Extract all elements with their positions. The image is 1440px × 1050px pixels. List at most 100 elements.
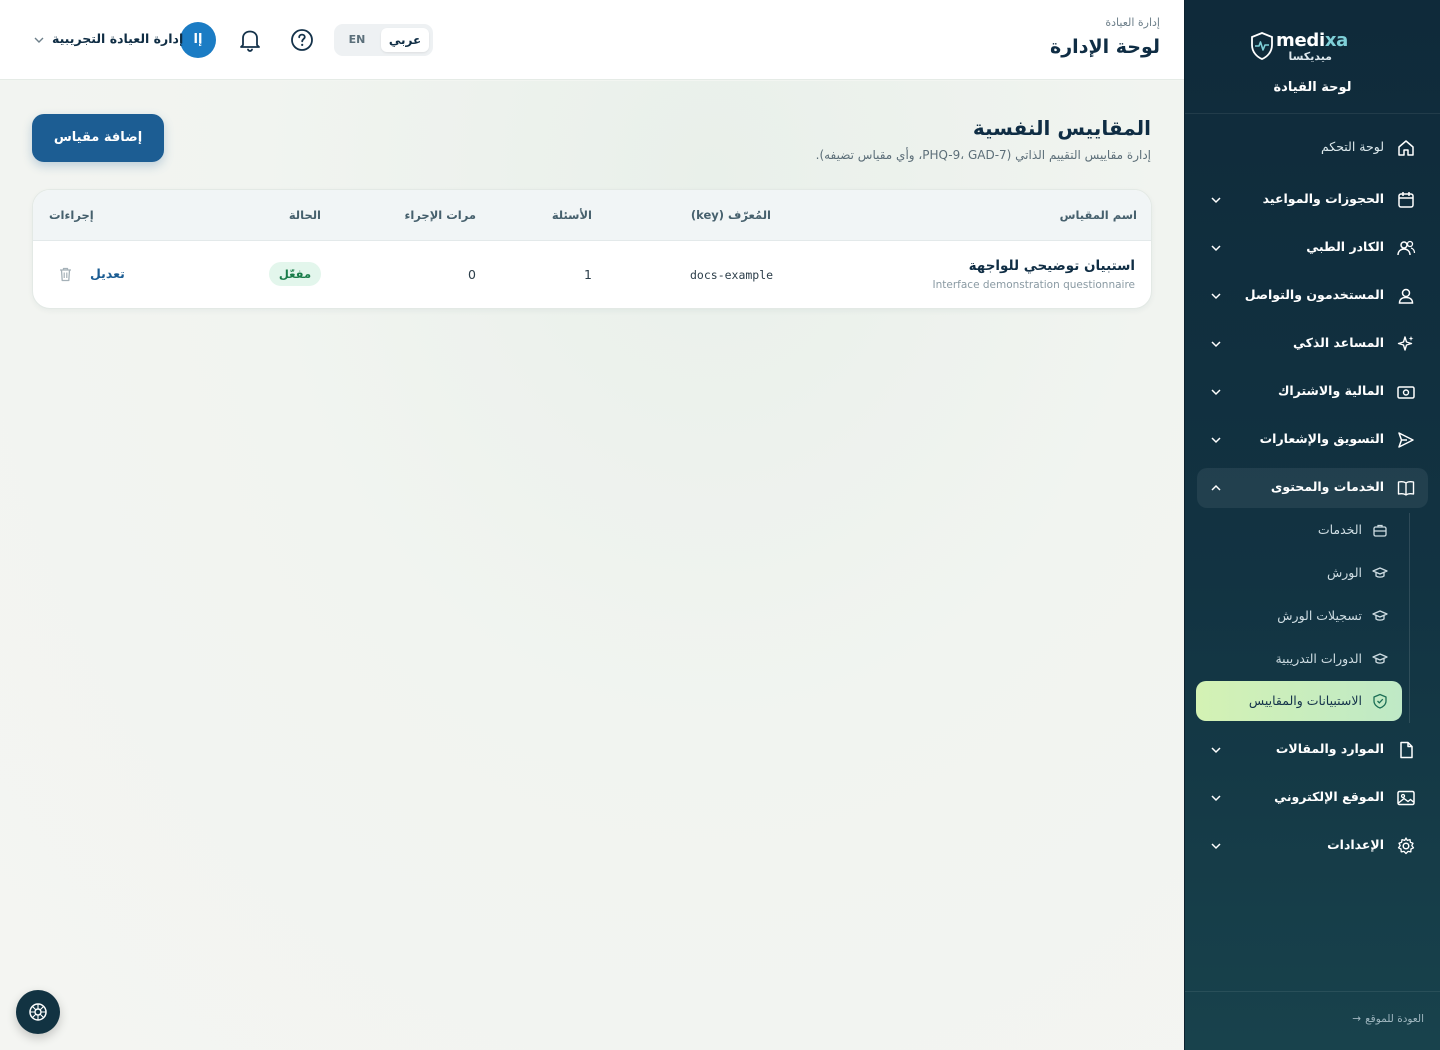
sidebar-subitem-workshops[interactable]: الورش [1196, 553, 1402, 593]
chevron-down-icon[interactable] [1209, 433, 1223, 447]
sidebar-subitem-workshop-registrations[interactable]: تسجيلات الورش [1196, 596, 1402, 636]
chevron-down-icon[interactable] [1209, 791, 1223, 805]
settings-icon [1397, 837, 1415, 855]
chevron-down-icon[interactable] [1209, 743, 1223, 757]
sidebar-item-ai-assistant[interactable]: المساعد الذكي [1197, 324, 1428, 364]
sidebar: medixa ميديكسا لوحة القيادة لوحة التحكم … [1184, 0, 1440, 1050]
file-icon [1400, 741, 1413, 759]
sidebar-item-dashboard[interactable]: لوحة التحكم [1197, 128, 1428, 168]
sidebar-subitem-services[interactable]: الخدمات [1196, 510, 1402, 550]
sidebar-item-label: المساعد الذكي [1293, 335, 1384, 350]
sidebar-item-label: الكادر الطبي [1306, 239, 1384, 254]
sidebar-item-services-content[interactable]: الخدمات والمحتوى [1197, 468, 1428, 508]
arrow-left-icon: → [1352, 1013, 1362, 1025]
scale-questions-count: 1 [584, 267, 592, 282]
sidebar-item-users[interactable]: المستخدمون والتواصل [1197, 276, 1428, 316]
chevron-down-icon[interactable] [1209, 385, 1223, 399]
sidebar-item-label: التسويق والإشعارات [1259, 431, 1384, 446]
column-header-status[interactable]: الحالة [289, 208, 321, 222]
accessibility-button[interactable] [16, 990, 60, 1034]
brand-name: medixa [1276, 30, 1348, 51]
avatar[interactable]: إا [180, 22, 216, 58]
shield-pulse-logo-icon [1251, 32, 1273, 60]
scale-key: docs-example [690, 268, 774, 282]
graduation-cap-icon [1372, 567, 1388, 578]
page-title: لوحة الإدارة [1050, 36, 1160, 58]
sidebar-item-label: المالية والاشتراك [1277, 383, 1384, 398]
status-badge: مفعّل [269, 262, 321, 286]
scales-table: اسم المقياس المُعرّف (key) الأسئلة مرات … [32, 189, 1152, 309]
sidebar-subitem-questionnaires[interactable]: الاستبيانات والمقاييس [1196, 681, 1402, 721]
sidebar-item-resources[interactable]: الموارد والمقالات [1197, 730, 1428, 770]
chevron-down-icon[interactable] [1209, 289, 1223, 303]
divider [1185, 991, 1440, 992]
bell-icon[interactable] [238, 27, 262, 53]
column-header-actions: إجراءات [49, 208, 94, 222]
sidebar-item-website[interactable]: الموقع الإلكتروني [1197, 778, 1428, 818]
chevron-down-icon[interactable] [1209, 839, 1223, 853]
shield-check-icon [1373, 693, 1387, 709]
brand[interactable]: medixa ميديكسا [1185, 28, 1440, 68]
scale-name: استبيان توضيحي للواجهة [968, 258, 1135, 274]
section-title: المقاييس النفسية [972, 116, 1151, 140]
sidebar-item-finance[interactable]: المالية والاشتراك [1197, 372, 1428, 412]
sidebar-subitem-label: الورش [1326, 565, 1362, 580]
graduation-cap-icon [1372, 653, 1388, 664]
back-to-site-link[interactable]: العودة للموقع → [1352, 1013, 1424, 1025]
sidebar-subitem-courses[interactable]: الدورات التدريبية [1196, 639, 1402, 679]
brand-subtitle: ميديكسا [1288, 50, 1332, 63]
top-header: إدارة العيادة لوحة الإدارة عربي EN إا إد… [0, 0, 1184, 80]
sidebar-subitem-label: الدورات التدريبية [1275, 651, 1362, 666]
column-header-runs[interactable]: مرات الإجراء [404, 208, 476, 222]
back-to-site-label: العودة للموقع [1365, 1013, 1424, 1025]
breadcrumb[interactable]: إدارة العيادة [1105, 16, 1160, 29]
sidebar-item-label: الإعدادات [1327, 837, 1384, 852]
clinic-name[interactable]: إدارة العيادة التجريبية [52, 31, 183, 46]
sidebar-subitem-label: الاستبيانات والمقاييس [1248, 693, 1362, 708]
users-icon [1397, 240, 1416, 256]
chevron-up-icon[interactable] [1209, 481, 1223, 495]
sidebar-item-medical-staff[interactable]: الكادر الطبي [1197, 228, 1428, 268]
add-scale-button[interactable]: إضافة مقياس [32, 114, 164, 162]
section-subtitle: إدارة مقاييس التقييم الذاتي (PHQ-9، GAD-… [815, 148, 1151, 162]
sidebar-item-settings[interactable]: الإعدادات [1197, 826, 1428, 866]
lang-english-option[interactable]: EN [342, 28, 372, 52]
chevron-down-icon[interactable] [32, 33, 46, 47]
language-toggle[interactable]: عربي EN [334, 24, 433, 56]
image-icon [1397, 790, 1415, 806]
chevron-down-icon[interactable] [1209, 193, 1223, 207]
calendar-icon [1398, 192, 1414, 208]
book-icon [1397, 481, 1415, 496]
column-header-key[interactable]: المُعرّف (key) [691, 208, 771, 222]
column-header-name[interactable]: اسم المقياس [1060, 208, 1137, 222]
sidebar-item-label: الموقع الإلكتروني [1274, 789, 1384, 804]
accessibility-icon [29, 1003, 47, 1021]
scale-description: Interface demonstration questionnaire [932, 279, 1135, 291]
sidebar-subitem-label: تسجيلات الورش [1277, 608, 1362, 623]
trash-icon[interactable] [58, 266, 73, 282]
divider [1185, 113, 1440, 114]
chevron-down-icon[interactable] [1209, 337, 1223, 351]
edit-button[interactable]: تعديل [90, 266, 125, 281]
sidebar-subitem-label: الخدمات [1317, 522, 1362, 537]
sidebar-item-label: المستخدمون والتواصل [1244, 287, 1384, 302]
sidebar-item-bookings[interactable]: الحجوزات والمواعيد [1197, 180, 1428, 220]
user-icon [1398, 288, 1414, 304]
sidebar-item-label: الموارد والمقالات [1275, 741, 1384, 756]
column-header-questions[interactable]: الأسئلة [552, 208, 592, 222]
sidebar-item-label: لوحة التحكم [1320, 139, 1384, 154]
submenu-rail [1409, 513, 1410, 723]
lang-arabic-option[interactable]: عربي [381, 28, 429, 52]
scale-runs-count: 0 [468, 267, 476, 282]
sidebar-item-label: الخدمات والمحتوى [1270, 479, 1384, 494]
chevron-down-icon[interactable] [1209, 241, 1223, 255]
briefcase-icon [1373, 524, 1387, 537]
help-circle-icon[interactable] [290, 28, 314, 52]
graduation-cap-icon [1372, 610, 1388, 621]
table-header: اسم المقياس المُعرّف (key) الأسئلة مرات … [33, 190, 1151, 241]
home-icon [1398, 140, 1414, 156]
sidebar-title: لوحة القيادة [1273, 80, 1352, 95]
send-icon [1398, 432, 1414, 448]
sidebar-item-marketing[interactable]: التسويق والإشعارات [1197, 420, 1428, 460]
sidebar-item-label: الحجوزات والمواعيد [1262, 191, 1384, 206]
